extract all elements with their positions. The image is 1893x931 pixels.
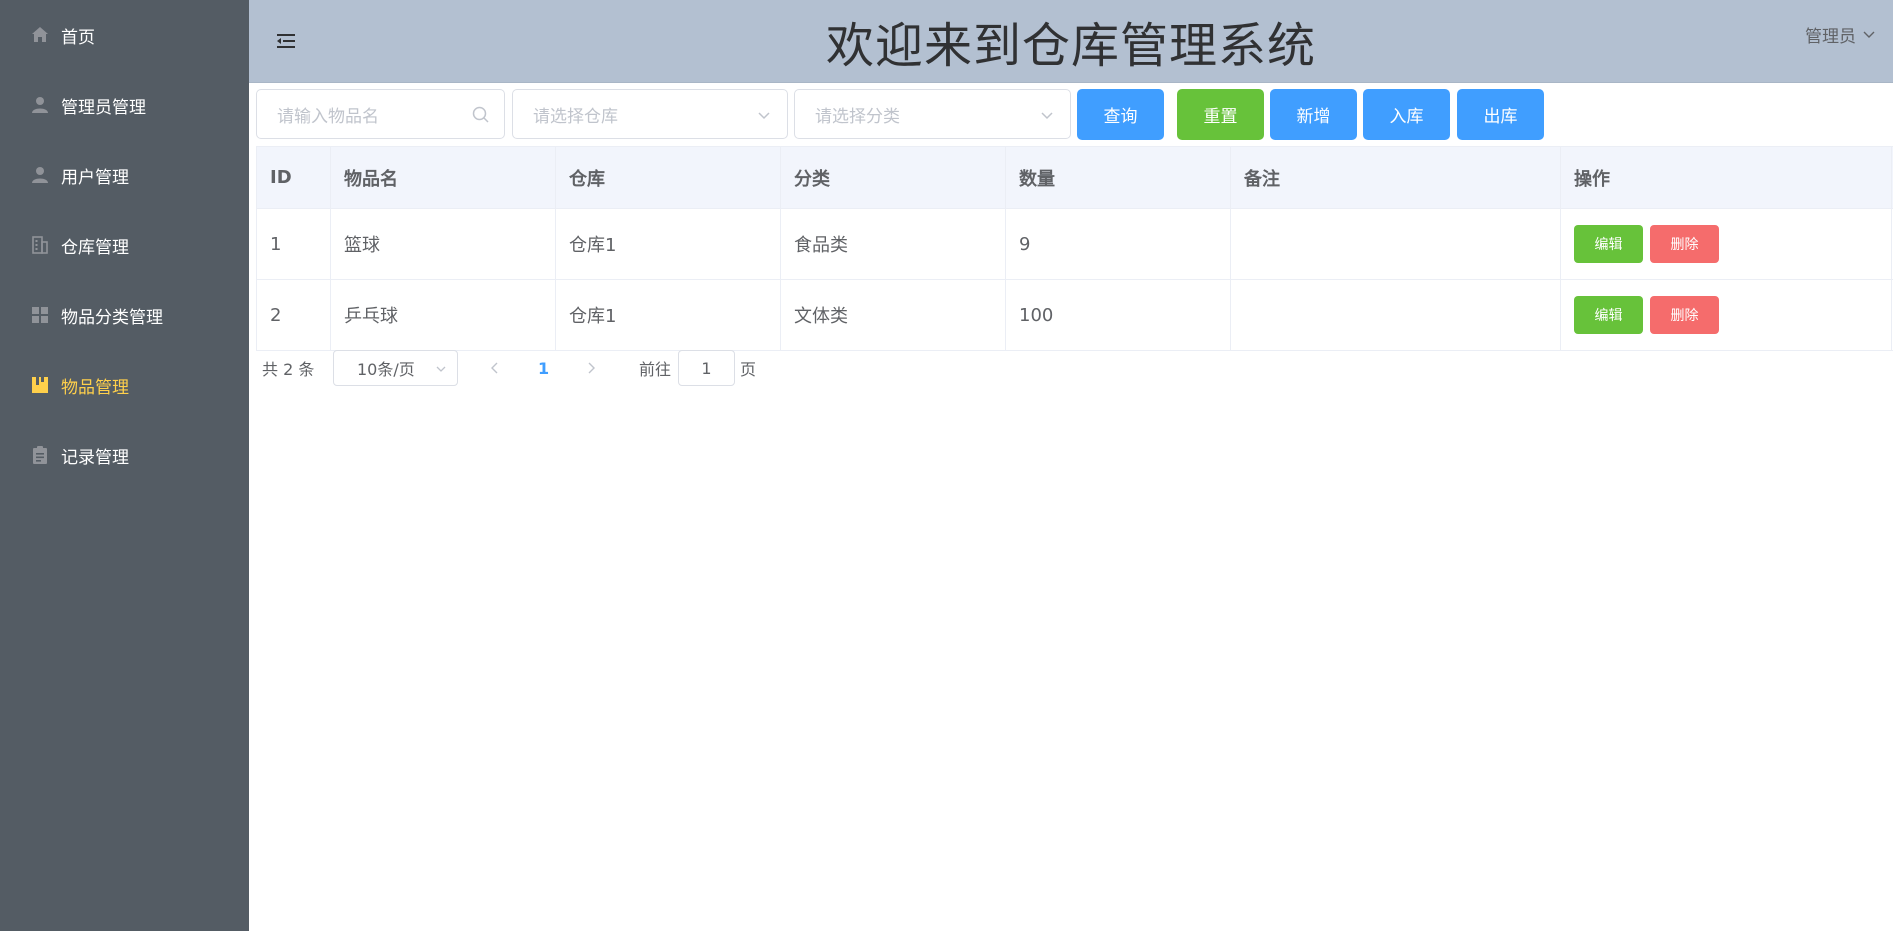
goods-table: ID 物品名 仓库 分类 数量 备注 操作 1 篮球 仓库1 食品类 9 编辑 …	[256, 146, 1893, 351]
delete-button[interactable]: 删除	[1650, 225, 1719, 263]
folder-icon	[29, 375, 50, 396]
add-button[interactable]: 新增	[1270, 89, 1357, 140]
sidebar-item-label: 记录管理	[61, 447, 129, 468]
page-size-select[interactable]: 10条/页	[333, 350, 458, 386]
goto-page-input[interactable]: 1	[678, 350, 735, 386]
sidebar-item-goods[interactable]: 物品管理	[0, 350, 249, 420]
cell-id: 1	[256, 209, 331, 279]
user-dropdown[interactable]: 管理员	[1805, 22, 1876, 47]
category-select-placeholder: 请选择分类	[815, 106, 900, 127]
sidebar-item-admin[interactable]: 管理员管理	[0, 70, 249, 140]
prev-page-button[interactable]	[488, 350, 502, 386]
building-icon	[29, 235, 50, 256]
sidebar-item-records[interactable]: 记录管理	[0, 420, 249, 490]
table-header-row: ID 物品名 仓库 分类 数量 备注 操作	[256, 147, 1893, 209]
page-title: 欢迎来到仓库管理系统	[825, 18, 1316, 74]
sidebar-item-label: 用户管理	[61, 167, 129, 188]
column-header-remark: 备注	[1231, 147, 1561, 208]
page-number-current[interactable]: 1	[538, 350, 549, 386]
next-page-button[interactable]	[584, 350, 598, 386]
sidebar: 首页 管理员管理 用户管理 仓库管理 物品分类管理 物品管理 记录管理	[0, 0, 249, 931]
cell-count: 9	[1006, 209, 1231, 279]
cell-category: 文体类	[781, 280, 1006, 350]
stock-in-button[interactable]: 入库	[1363, 89, 1450, 140]
cell-actions: 编辑 删除	[1561, 280, 1892, 350]
goto-label: 前往	[639, 360, 672, 379]
reset-button[interactable]: 重置	[1177, 89, 1264, 140]
clipboard-icon	[29, 445, 50, 466]
cell-remark	[1231, 280, 1561, 350]
cell-category: 食品类	[781, 209, 1006, 279]
sidebar-item-label: 管理员管理	[61, 97, 146, 118]
chevron-down-icon	[754, 105, 774, 125]
cell-storage: 仓库1	[556, 280, 781, 350]
header: 欢迎来到仓库管理系统 管理员	[249, 0, 1893, 83]
page-suffix: 页	[740, 360, 757, 379]
toolbar: 请输入物品名 请选择仓库 请选择分类 查询 重置 新增 入库 出库	[256, 89, 1556, 141]
cell-actions: 编辑 删除	[1561, 209, 1892, 279]
stock-out-button[interactable]: 出库	[1457, 89, 1544, 140]
sidebar-item-home[interactable]: 首页	[0, 0, 249, 70]
cell-name: 乒乓球	[331, 280, 556, 350]
chevron-left-icon	[491, 362, 498, 374]
storage-select-placeholder: 请选择仓库	[533, 106, 618, 127]
name-search-input[interactable]: 请输入物品名	[256, 89, 505, 139]
sidebar-item-label: 物品分类管理	[61, 307, 163, 328]
cell-name: 篮球	[331, 209, 556, 279]
sidebar-item-label: 物品管理	[61, 377, 129, 398]
user-icon	[29, 95, 50, 116]
pagination-total: 共 2 条	[262, 360, 315, 379]
sidebar-item-storage[interactable]: 仓库管理	[0, 210, 249, 280]
column-header-count: 数量	[1006, 147, 1231, 208]
column-header-actions: 操作	[1561, 147, 1892, 208]
pagination: 共 2 条 10条/页 1 前往 1 页	[262, 350, 1062, 386]
cell-count: 100	[1006, 280, 1231, 350]
column-header-storage: 仓库	[556, 147, 781, 208]
chevron-right-icon	[588, 362, 595, 374]
column-header-id: ID	[256, 147, 331, 208]
sidebar-item-label: 首页	[61, 27, 95, 48]
edit-button[interactable]: 编辑	[1574, 225, 1643, 263]
edit-button[interactable]: 编辑	[1574, 296, 1643, 334]
query-button[interactable]: 查询	[1077, 89, 1164, 140]
table-row: 1 篮球 仓库1 食品类 9 编辑 删除	[256, 209, 1893, 280]
sidebar-item-label: 仓库管理	[61, 237, 129, 258]
chevron-down-icon	[436, 366, 446, 372]
sidebar-item-category[interactable]: 物品分类管理	[0, 280, 249, 350]
column-header-category: 分类	[781, 147, 1006, 208]
cell-remark	[1231, 209, 1561, 279]
sidebar-item-users[interactable]: 用户管理	[0, 140, 249, 210]
user-icon	[29, 165, 50, 186]
storage-select[interactable]: 请选择仓库	[512, 89, 788, 139]
cell-storage: 仓库1	[556, 209, 781, 279]
chevron-down-icon	[1037, 105, 1057, 125]
grid-icon	[29, 305, 50, 326]
home-icon	[29, 25, 50, 46]
cell-id: 2	[256, 280, 331, 350]
search-icon	[471, 105, 491, 125]
page-size-value: 10条/页	[357, 360, 415, 379]
delete-button[interactable]: 删除	[1650, 296, 1719, 334]
table-row: 2 乒乓球 仓库1 文体类 100 编辑 删除	[256, 280, 1893, 351]
chevron-down-icon	[1863, 31, 1875, 38]
user-name: 管理员	[1805, 27, 1856, 47]
name-search-placeholder: 请输入物品名	[277, 106, 379, 127]
category-select[interactable]: 请选择分类	[794, 89, 1071, 139]
column-header-name: 物品名	[331, 147, 556, 208]
